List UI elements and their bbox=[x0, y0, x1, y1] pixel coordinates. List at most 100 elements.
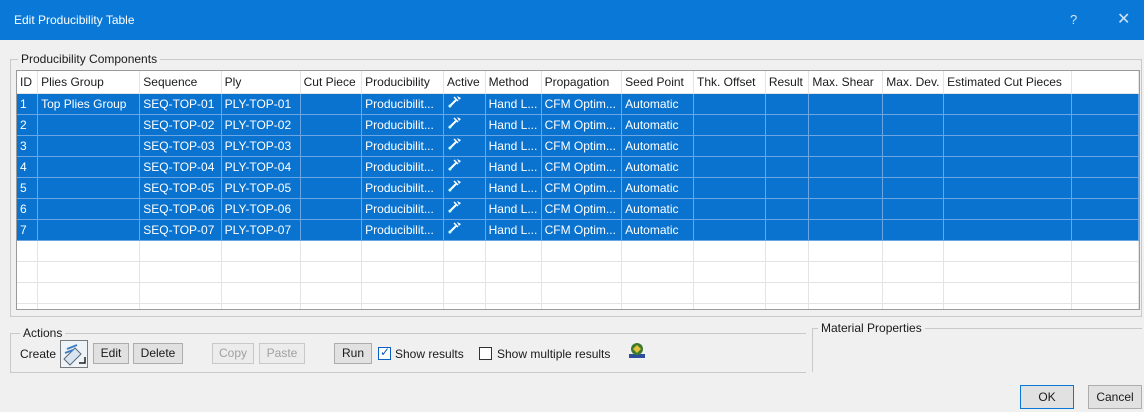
cell-active[interactable] bbox=[443, 177, 486, 199]
cell-empty[interactable] bbox=[765, 135, 810, 157]
cell-empty[interactable] bbox=[693, 114, 766, 136]
column-header[interactable]: Cut Piece bbox=[300, 71, 363, 94]
cell-empty[interactable] bbox=[943, 198, 1072, 220]
copy-button[interactable]: Copy bbox=[212, 343, 254, 364]
cell-active[interactable] bbox=[443, 219, 486, 241]
column-header[interactable]: Method bbox=[485, 71, 542, 94]
cell-id[interactable]: 1 bbox=[17, 93, 39, 115]
table-row[interactable]: 3 SEQ-TOP-03 PLY-TOP-03 Producibilit... Hand… bbox=[17, 135, 1139, 157]
cell-empty[interactable] bbox=[693, 93, 766, 115]
column-header[interactable]: Max. Dev. bbox=[882, 71, 945, 94]
cell-ply[interactable]: PLY-TOP-01 bbox=[221, 93, 301, 115]
table-row[interactable]: 1 Top Plies Group SEQ-TOP-01 PLY-TOP-01 Prod… bbox=[17, 93, 1139, 115]
cell-sequence[interactable]: SEQ-TOP-01 bbox=[139, 93, 222, 115]
cancel-button[interactable]: Cancel bbox=[1088, 385, 1142, 409]
cell-seed-point[interactable]: Automatic bbox=[621, 114, 694, 136]
cell-ply[interactable]: PLY-TOP-05 bbox=[221, 177, 301, 199]
cell-empty[interactable] bbox=[808, 219, 884, 241]
cell-empty[interactable] bbox=[1071, 219, 1139, 241]
table-row[interactable]: 4 SEQ-TOP-04 PLY-TOP-04 Producibilit... Hand… bbox=[17, 156, 1139, 178]
cell-plies-group[interactable] bbox=[37, 156, 141, 178]
cell-empty[interactable] bbox=[882, 219, 945, 241]
cell-ply[interactable]: PLY-TOP-06 bbox=[221, 198, 301, 220]
cell-empty[interactable] bbox=[693, 219, 766, 241]
column-header[interactable]: Propagation bbox=[541, 71, 623, 94]
column-header[interactable]: Seed Point bbox=[621, 71, 694, 94]
table-row[interactable]: 5 SEQ-TOP-05 PLY-TOP-05 Producibilit... Hand… bbox=[17, 177, 1139, 199]
cell-producibility[interactable]: Producibilit... bbox=[361, 156, 444, 178]
cell-ply[interactable]: PLY-TOP-03 bbox=[221, 135, 301, 157]
cell-method[interactable]: Hand L... bbox=[485, 219, 542, 241]
cell-empty[interactable] bbox=[765, 114, 810, 136]
create-ply-icon[interactable] bbox=[60, 340, 88, 368]
show-results-checkbox[interactable] bbox=[378, 345, 391, 360]
edit-button[interactable]: Edit bbox=[93, 343, 129, 364]
ok-button[interactable]: OK bbox=[1020, 385, 1074, 409]
cell-empty[interactable] bbox=[808, 198, 884, 220]
cell-empty[interactable] bbox=[693, 198, 766, 220]
cell-id[interactable]: 6 bbox=[17, 198, 39, 220]
cell-producibility[interactable]: Producibilit... bbox=[361, 177, 444, 199]
cell-method[interactable]: Hand L... bbox=[485, 177, 542, 199]
cell-id[interactable]: 7 bbox=[17, 219, 39, 241]
cell-cut-piece[interactable] bbox=[300, 219, 363, 241]
cell-cut-piece[interactable] bbox=[300, 93, 363, 115]
cell-propagation[interactable]: CFM Optim... bbox=[541, 177, 623, 199]
cell-producibility[interactable]: Producibilit... bbox=[361, 219, 444, 241]
cell-empty[interactable] bbox=[693, 135, 766, 157]
column-header[interactable]: Ply bbox=[221, 71, 301, 94]
cell-seed-point[interactable]: Automatic bbox=[621, 219, 694, 241]
cell-ply[interactable]: PLY-TOP-07 bbox=[221, 219, 301, 241]
cell-ply[interactable]: PLY-TOP-02 bbox=[221, 114, 301, 136]
cell-propagation[interactable]: CFM Optim... bbox=[541, 93, 623, 115]
cell-seed-point[interactable]: Automatic bbox=[621, 135, 694, 157]
show-multiple-results-checkbox[interactable] bbox=[479, 347, 492, 360]
cell-method[interactable]: Hand L... bbox=[485, 114, 542, 136]
cell-ply[interactable]: PLY-TOP-04 bbox=[221, 156, 301, 178]
producibility-table[interactable]: ID Plies Group Sequence Ply Cut Piece Produci… bbox=[16, 70, 1140, 310]
cell-plies-group[interactable] bbox=[37, 135, 141, 157]
cell-cut-piece[interactable] bbox=[300, 114, 363, 136]
cell-id[interactable]: 3 bbox=[17, 135, 39, 157]
cell-cut-piece[interactable] bbox=[300, 177, 363, 199]
cell-sequence[interactable]: SEQ-TOP-06 bbox=[139, 198, 222, 220]
cell-empty[interactable] bbox=[1071, 114, 1139, 136]
cell-id[interactable]: 4 bbox=[17, 156, 39, 178]
cell-active[interactable] bbox=[443, 135, 486, 157]
cell-sequence[interactable]: SEQ-TOP-02 bbox=[139, 114, 222, 136]
column-header[interactable]: Max. Shear bbox=[808, 71, 884, 94]
column-header[interactable]: Thk. Offset bbox=[693, 71, 766, 94]
cell-sequence[interactable]: SEQ-TOP-03 bbox=[139, 135, 222, 157]
cell-empty[interactable] bbox=[943, 114, 1072, 136]
cell-empty[interactable] bbox=[943, 156, 1072, 178]
cell-empty[interactable] bbox=[808, 135, 884, 157]
cell-empty[interactable] bbox=[1071, 177, 1139, 199]
cell-method[interactable]: Hand L... bbox=[485, 135, 542, 157]
cell-cut-piece[interactable] bbox=[300, 156, 363, 178]
cell-id[interactable]: 2 bbox=[17, 114, 39, 136]
cell-method[interactable]: Hand L... bbox=[485, 93, 542, 115]
table-row[interactable]: 7 SEQ-TOP-07 PLY-TOP-07 Producibilit... Hand… bbox=[17, 219, 1139, 241]
close-icon[interactable]: ✕ bbox=[1117, 9, 1130, 29]
cell-producibility[interactable]: Producibilit... bbox=[361, 93, 444, 115]
cell-propagation[interactable]: CFM Optim... bbox=[541, 198, 623, 220]
cell-propagation[interactable]: CFM Optim... bbox=[541, 156, 623, 178]
cell-seed-point[interactable]: Automatic bbox=[621, 156, 694, 178]
cell-empty[interactable] bbox=[943, 135, 1072, 157]
cell-producibility[interactable]: Producibilit... bbox=[361, 135, 444, 157]
cell-empty[interactable] bbox=[693, 177, 766, 199]
help-icon[interactable]: ? bbox=[1070, 12, 1077, 27]
cell-sequence[interactable]: SEQ-TOP-04 bbox=[139, 156, 222, 178]
cell-active[interactable] bbox=[443, 198, 486, 220]
cell-plies-group[interactable] bbox=[37, 114, 141, 136]
delete-button[interactable]: Delete bbox=[133, 343, 183, 364]
cell-empty[interactable] bbox=[1071, 135, 1139, 157]
cell-sequence[interactable]: SEQ-TOP-05 bbox=[139, 177, 222, 199]
cell-empty[interactable] bbox=[882, 198, 945, 220]
cell-empty[interactable] bbox=[1071, 198, 1139, 220]
cell-method[interactable]: Hand L... bbox=[485, 198, 542, 220]
cell-propagation[interactable]: CFM Optim... bbox=[541, 219, 623, 241]
cell-seed-point[interactable]: Automatic bbox=[621, 198, 694, 220]
cell-plies-group[interactable]: Top Plies Group bbox=[37, 93, 141, 115]
table-row[interactable]: 6 SEQ-TOP-06 PLY-TOP-06 Producibilit... Hand… bbox=[17, 198, 1139, 220]
